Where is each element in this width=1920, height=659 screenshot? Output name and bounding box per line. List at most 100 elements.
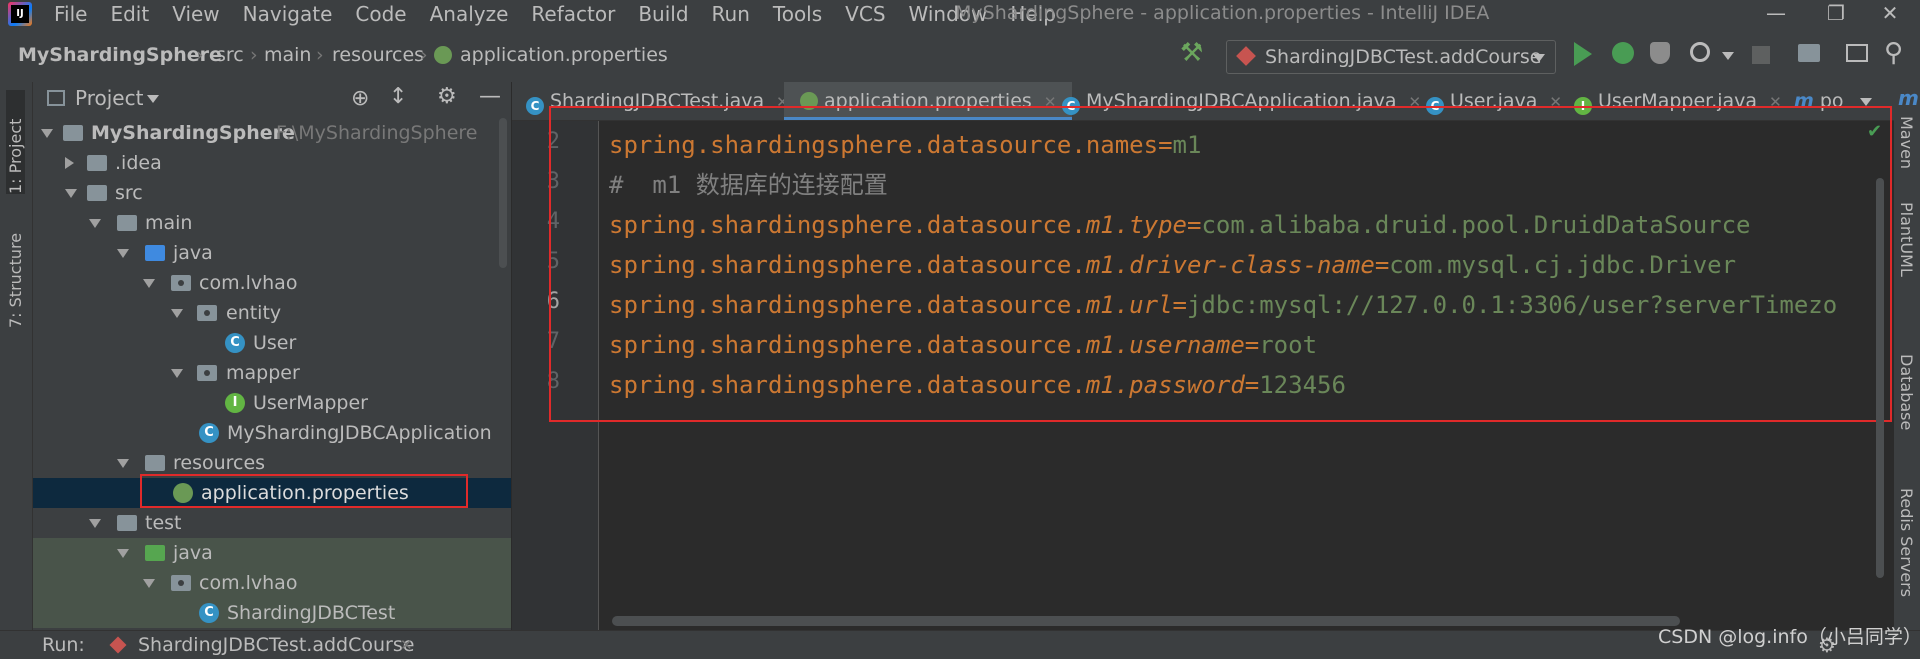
tree-item-application-class[interactable]: C MyShardingJDBCApplication	[33, 418, 511, 448]
menu-navigate[interactable]: Navigate	[229, 0, 342, 28]
chevron-down-icon[interactable]	[1722, 52, 1734, 60]
right-tool-stripe: m Maven PlantUML Database Redis Servers	[1894, 82, 1920, 630]
collapsed-arrow-icon	[65, 157, 74, 169]
window-title: MyShardingSphere - application.propertie…	[955, 2, 1490, 24]
hide-panel-icon[interactable]: —	[479, 84, 501, 109]
run-icon[interactable]	[1574, 42, 1592, 66]
tree-item-package-lvhao[interactable]: com.lvhao	[33, 268, 511, 298]
plantuml-tool-button[interactable]: PlantUML	[1897, 202, 1916, 277]
tree-item-project-root[interactable]: MyShardingSphere F:\MyShardingSphere	[33, 118, 511, 148]
build-hammer-icon[interactable]: ⚒	[1180, 38, 1203, 68]
tree-label: main	[145, 212, 193, 234]
presentation-icon[interactable]	[1846, 44, 1868, 62]
tree-label: src	[115, 182, 143, 204]
tree-label: test	[145, 512, 182, 534]
properties-file-icon	[434, 46, 452, 64]
folder-icon	[87, 155, 107, 171]
package-icon	[171, 275, 191, 291]
tree-item-test-java[interactable]: java	[33, 538, 511, 568]
project-structure-icon[interactable]	[1798, 44, 1820, 62]
package-icon	[197, 305, 217, 321]
project-panel: Project ⊕ ↕ ⚙ — MyShardingSphere F:\MySh…	[33, 82, 511, 630]
breadcrumb-separator: ›	[420, 44, 428, 66]
menu-tools[interactable]: Tools	[759, 0, 831, 28]
tree-item-src[interactable]: src	[33, 178, 511, 208]
tree-item-mapper[interactable]: mapper	[33, 358, 511, 388]
breadcrumb-src[interactable]: src	[216, 28, 244, 82]
tree-item-java[interactable]: java	[33, 238, 511, 268]
run-configuration-dropdown[interactable]: ShardingJDBCTest.addCourse	[1226, 40, 1556, 74]
redis-servers-tool-button[interactable]: Redis Servers	[1897, 488, 1916, 597]
tree-item-main[interactable]: main	[33, 208, 511, 238]
project-tool-button[interactable]: 1: Project	[6, 90, 25, 194]
tree-label: entity	[226, 302, 282, 324]
tree-item-test-package[interactable]: com.lvhao	[33, 568, 511, 598]
menu-edit[interactable]: Edit	[96, 0, 158, 28]
breadcrumb-separator: ›	[196, 44, 204, 66]
tree-item-entity[interactable]: entity	[33, 298, 511, 328]
class-icon: C	[225, 333, 245, 353]
restore-icon[interactable]: ❐	[1806, 0, 1866, 28]
run-tab-label[interactable]: ShardingJDBCTest.addCourse	[138, 631, 414, 659]
folder-icon	[87, 185, 107, 201]
gear-icon[interactable]: ⚙	[437, 84, 457, 109]
test-config-icon	[1236, 46, 1256, 66]
tree-label: MyShardingJDBCApplication	[227, 422, 492, 444]
menu-view[interactable]: View	[158, 0, 228, 28]
breadcrumb-project[interactable]: MyShardingSphere	[18, 28, 222, 82]
tree-item-test[interactable]: test	[33, 508, 511, 538]
navigation-bar: MyShardingSphere › src › main › resource…	[0, 28, 1920, 83]
close-icon[interactable]: ✕	[400, 631, 413, 659]
expand-arrow-icon	[89, 219, 101, 228]
tree-item-usermapper[interactable]: I UserMapper	[33, 388, 511, 418]
search-icon[interactable]: ⚲	[1884, 38, 1903, 68]
tabs-overflow-chevron-icon[interactable]	[1860, 98, 1872, 106]
menu-code[interactable]: Code	[341, 0, 415, 28]
breadcrumb-separator: ›	[250, 44, 258, 66]
expand-arrow-icon	[171, 369, 183, 378]
project-panel-scrollbar[interactable]	[499, 118, 507, 268]
package-icon	[171, 575, 191, 591]
chevron-down-icon[interactable]	[147, 95, 159, 103]
tree-label: java	[173, 242, 213, 264]
expand-arrow-icon	[117, 249, 129, 258]
package-icon	[197, 365, 217, 381]
tree-label: UserMapper	[253, 392, 368, 414]
project-panel-title[interactable]: Project	[75, 82, 143, 114]
breadcrumb-file[interactable]: application.properties	[460, 28, 668, 82]
coverage-icon[interactable]	[1650, 42, 1670, 64]
menu-refactor[interactable]: Refactor	[517, 0, 624, 28]
menu-vcs[interactable]: VCS	[831, 0, 894, 28]
database-tool-button[interactable]: Database	[1897, 354, 1916, 430]
tree-item-idea[interactable]: .idea	[33, 148, 511, 178]
tree-item-user[interactable]: C User	[33, 328, 511, 358]
expand-arrow-icon	[89, 519, 101, 528]
menu-bar: IJ File Edit View Navigate Code Analyze …	[0, 0, 1920, 28]
module-folder-icon	[63, 125, 83, 141]
collapse-all-icon[interactable]: ↕	[389, 84, 407, 109]
maven-tool-button[interactable]: Maven	[1897, 116, 1916, 169]
expand-arrow-icon	[41, 129, 53, 138]
folder-icon	[117, 215, 137, 231]
expand-arrow-icon	[171, 309, 183, 318]
profile-icon[interactable]	[1690, 42, 1710, 62]
menu-items: File Edit View Navigate Code Analyze Ref…	[40, 0, 1065, 28]
breadcrumb-main[interactable]: main	[264, 28, 311, 82]
menu-run[interactable]: Run	[698, 0, 759, 28]
stop-icon[interactable]	[1752, 46, 1770, 64]
structure-tool-button[interactable]: 7: Structure	[6, 218, 25, 328]
tree-label: mapper	[226, 362, 300, 384]
project-view-icon	[47, 90, 65, 106]
debug-icon[interactable]	[1612, 42, 1634, 64]
editor-vertical-scrollbar[interactable]	[1876, 178, 1884, 578]
breadcrumb-resources[interactable]: resources	[332, 28, 424, 82]
tree-item-sharding-test[interactable]: C ShardingJDBCTest	[33, 598, 511, 628]
menu-file[interactable]: File	[40, 0, 96, 28]
close-icon[interactable]: ✕	[1860, 0, 1920, 28]
locate-file-icon[interactable]: ⊕	[351, 86, 369, 111]
editor-horizontal-scrollbar[interactable]	[612, 616, 1680, 626]
minimize-icon[interactable]: —	[1746, 0, 1806, 28]
code-highlight-box	[549, 106, 1892, 422]
menu-build[interactable]: Build	[624, 0, 697, 28]
menu-analyze[interactable]: Analyze	[416, 0, 518, 28]
